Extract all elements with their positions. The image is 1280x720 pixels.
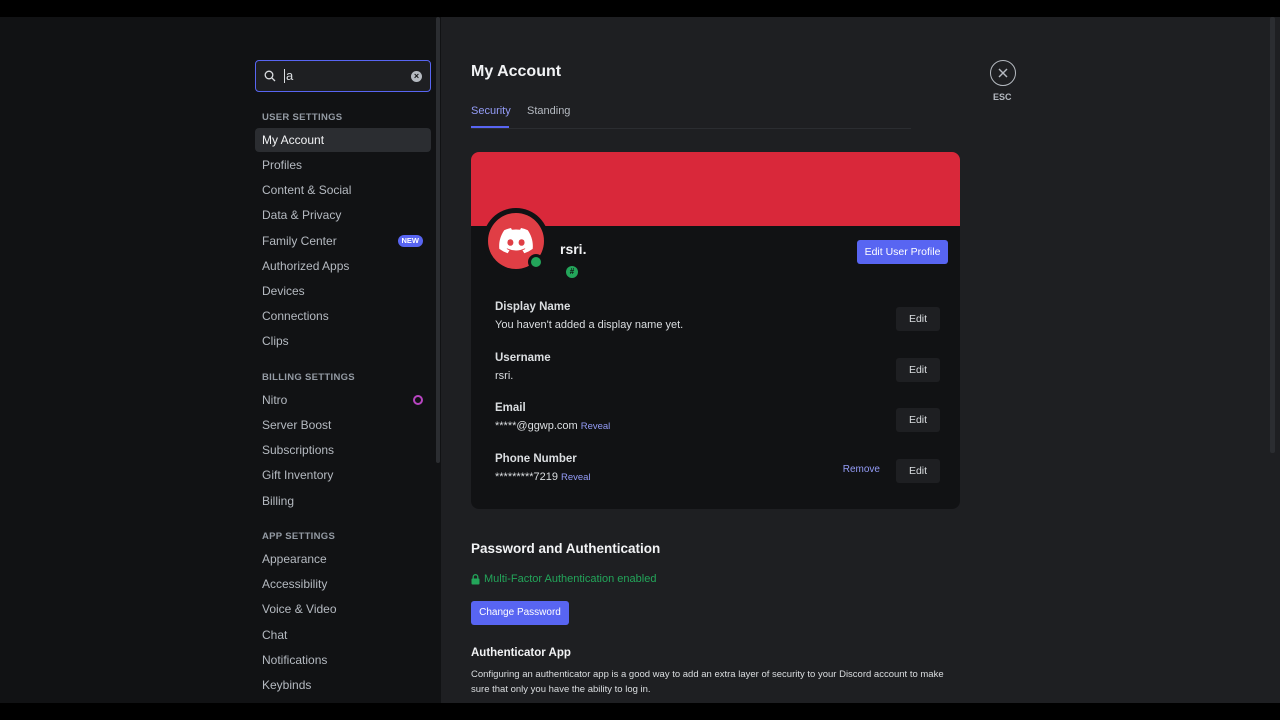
sidebar-item-label: Family Center <box>262 234 337 248</box>
display-name-row: Display Name You haven't added a display… <box>495 301 940 341</box>
sidebar-item-content-social[interactable]: Content & Social <box>255 178 431 202</box>
section-label-billing-settings: BILLING SETTINGS <box>262 372 355 383</box>
phone-row: Phone Number *********7219 Reveal Remove … <box>495 453 940 493</box>
username-value: rsri. <box>495 370 514 382</box>
sidebar-item-clips[interactable]: Clips <box>255 329 431 353</box>
sidebar-item-family-center[interactable]: Family Center NEW <box>255 229 431 253</box>
sidebar-item-billing[interactable]: Billing <box>255 489 431 513</box>
close-settings-button[interactable] <box>990 60 1016 86</box>
sidebar-item-accessibility[interactable]: Accessibility <box>255 572 431 596</box>
discord-logo-icon <box>499 228 533 254</box>
phone-value-wrap: *********7219 Reveal <box>495 471 591 483</box>
edit-phone-button[interactable]: Edit <box>896 459 940 483</box>
edit-username-button[interactable]: Edit <box>896 358 940 382</box>
esc-label: ESC <box>993 92 1012 102</box>
new-badge: NEW <box>397 235 423 247</box>
sidebar-item-voice-video[interactable]: Voice & Video <box>255 597 431 621</box>
sidebar-item-connections[interactable]: Connections <box>255 304 431 328</box>
phone-value: *********7219 <box>495 471 558 483</box>
email-label: Email <box>495 402 526 414</box>
search-input-value: a <box>284 69 411 83</box>
lock-icon <box>471 573 480 584</box>
username-label: Username <box>495 352 551 364</box>
email-value-wrap: *****@ggwp.com Reveal <box>495 420 610 432</box>
sidebar-item-data-privacy[interactable]: Data & Privacy <box>255 203 431 227</box>
settings-content: My Account Security Standing ESC rsri. #… <box>441 17 1280 703</box>
sidebar-item-nitro[interactable]: Nitro <box>255 388 431 412</box>
account-tabs: Security Standing <box>471 105 911 129</box>
account-profile-card: rsri. # Edit User Profile Display Name Y… <box>471 152 960 509</box>
sidebar-item-server-boost[interactable]: Server Boost <box>255 413 431 437</box>
profile-banner <box>471 152 960 226</box>
phone-label: Phone Number <box>495 453 577 465</box>
tab-standing[interactable]: Standing <box>527 105 570 117</box>
mfa-status-text: Multi-Factor Authentication enabled <box>484 573 657 585</box>
page-title: My Account <box>471 63 562 80</box>
sidebar-item-keybinds[interactable]: Keybinds <box>255 673 431 697</box>
online-status-icon <box>528 254 544 270</box>
sidebar-item-notifications[interactable]: Notifications <box>255 648 431 672</box>
reveal-phone-link[interactable]: Reveal <box>561 472 591 483</box>
settings-search-input[interactable]: a × <box>255 60 431 92</box>
edit-user-profile-button[interactable]: Edit User Profile <box>857 240 948 264</box>
content-scrollbar[interactable] <box>1270 17 1275 453</box>
close-icon <box>998 68 1008 78</box>
sidebar-item-chat[interactable]: Chat <box>255 623 431 647</box>
email-row: Email *****@ggwp.com Reveal Edit <box>495 402 940 442</box>
account-info-box: Display Name You haven't added a display… <box>483 287 948 499</box>
tab-security[interactable]: Security <box>471 105 511 117</box>
sidebar-item-my-account[interactable]: My Account <box>255 128 431 152</box>
display-name-value: You haven't added a display name yet. <box>495 319 684 331</box>
mfa-status: Multi-Factor Authentication enabled <box>471 573 656 585</box>
clear-search-icon[interactable]: × <box>411 70 422 82</box>
email-value: *****@ggwp.com <box>495 420 578 432</box>
remove-phone-link[interactable]: Remove <box>843 464 880 475</box>
password-auth-title: Password and Authentication <box>471 541 661 556</box>
search-icon <box>264 70 276 82</box>
display-name-label: Display Name <box>495 301 571 313</box>
profile-username: rsri. <box>560 241 587 257</box>
authenticator-app-description: Configuring an authenticator app is a go… <box>471 669 944 695</box>
active-tab-indicator <box>471 126 509 128</box>
sidebar-item-appearance[interactable]: Appearance <box>255 547 431 571</box>
settings-sidebar: a × USER SETTINGS My Account Profiles Co… <box>0 17 441 703</box>
nitro-icon <box>413 395 423 405</box>
sidebar-item-authorized-apps[interactable]: Authorized Apps <box>255 254 431 278</box>
section-label-app-settings: APP SETTINGS <box>262 531 336 542</box>
username-row: Username rsri. Edit <box>495 352 940 392</box>
sidebar-item-label: Nitro <box>262 393 288 407</box>
edit-display-name-button[interactable]: Edit <box>896 307 940 331</box>
section-label-user-settings: USER SETTINGS <box>262 112 343 123</box>
sidebar-item-subscriptions[interactable]: Subscriptions <box>255 438 431 462</box>
settings-window: a × USER SETTINGS My Account Profiles Co… <box>0 17 1280 703</box>
edit-email-button[interactable]: Edit <box>896 408 940 432</box>
sidebar-item-gift-inventory[interactable]: Gift Inventory <box>255 463 431 487</box>
sidebar-item-profiles[interactable]: Profiles <box>255 153 431 177</box>
reveal-email-link[interactable]: Reveal <box>581 421 611 432</box>
sidebar-scrollbar[interactable] <box>436 17 440 463</box>
change-password-button[interactable]: Change Password <box>471 601 569 625</box>
sidebar-item-devices[interactable]: Devices <box>255 279 431 303</box>
hashtag-badge-icon[interactable]: # <box>566 266 578 278</box>
authenticator-app-title: Authenticator App <box>471 647 571 659</box>
